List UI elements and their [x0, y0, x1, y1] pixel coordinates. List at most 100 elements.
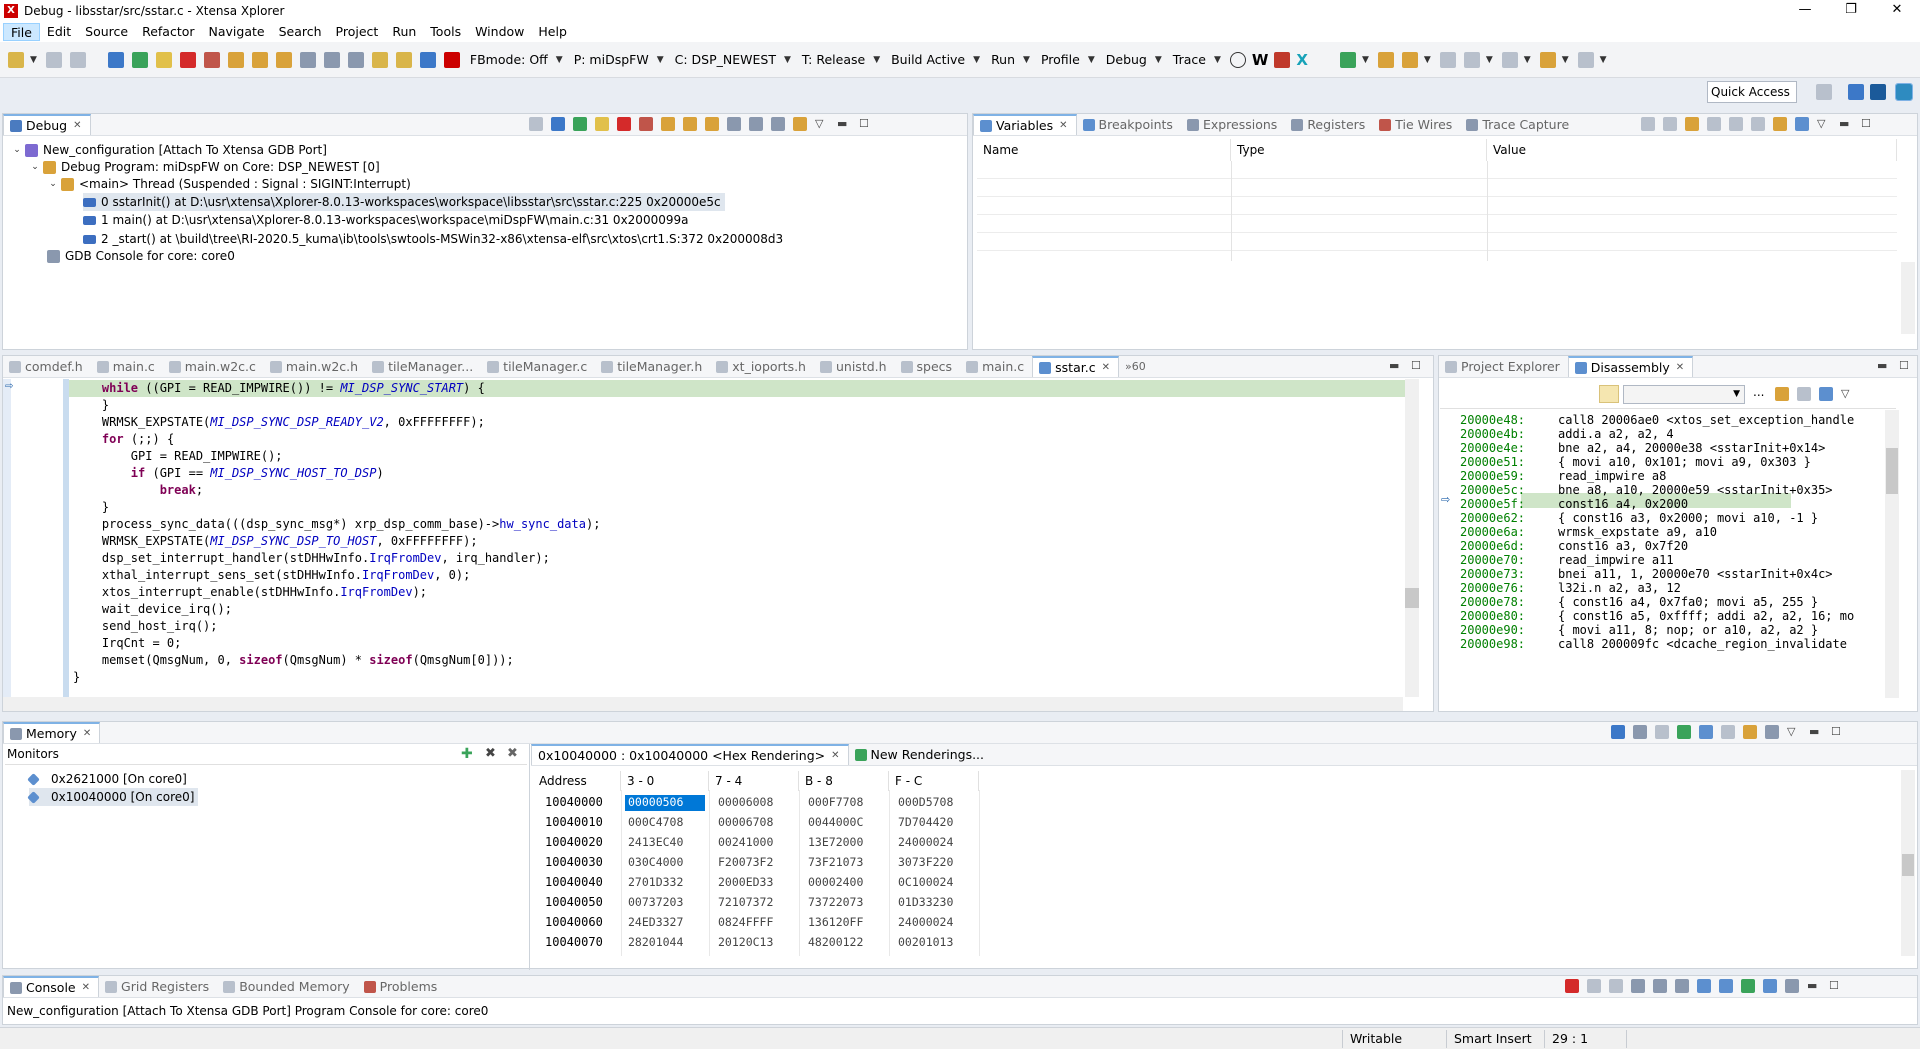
w-tool-icon[interactable]: W	[1252, 51, 1269, 69]
trace-button[interactable]: Trace	[1173, 52, 1206, 67]
display-console-icon[interactable]	[1763, 979, 1777, 993]
tab-debug[interactable]: Debug ✕	[3, 114, 91, 135]
save-all-icon[interactable]	[69, 51, 86, 68]
memory-cell[interactable]: 00201013	[898, 934, 953, 950]
tab-hex-rendering[interactable]: 0x10040000 : 0x10040000 <Hex Rendering> ✕	[531, 744, 849, 765]
tab-registers[interactable]: Registers	[1285, 114, 1373, 135]
suspend-view-icon[interactable]	[595, 117, 609, 131]
profile-dropdown-icon[interactable]: ▼	[1088, 55, 1095, 65]
column-b-8[interactable]: B - 8	[799, 771, 889, 791]
tab-main-c[interactable]: main.c	[91, 356, 163, 377]
build-dropdown-icon[interactable]: ▼	[973, 55, 980, 65]
back-icon[interactable]	[1539, 51, 1556, 68]
show-type-names-icon[interactable]	[1641, 117, 1655, 131]
maximize-view-icon[interactable]: ☐	[1411, 359, 1425, 373]
step-return-icon[interactable]	[275, 51, 292, 68]
disconnect-view-icon[interactable]	[639, 117, 653, 131]
prev-annotation-icon[interactable]	[1463, 51, 1480, 68]
instruction-step-icon[interactable]	[347, 51, 364, 68]
scrollbar-thumb[interactable]	[1405, 588, 1419, 608]
memory-cell[interactable]: 73722073	[808, 894, 863, 910]
pin-icon[interactable]	[1819, 387, 1833, 401]
memory-cell[interactable]: 0044000C	[808, 814, 863, 830]
view-menu-icon[interactable]: ▽	[815, 117, 829, 131]
disasm-instruction[interactable]: const16 a3, 0x7f20	[1558, 539, 1882, 553]
core-selector[interactable]: C: DSP_NEWEST	[675, 52, 776, 67]
tree-item-gdb-console[interactable]: GDB Console for core: core0	[47, 247, 235, 265]
column-f-c[interactable]: F - C	[889, 771, 979, 791]
close-icon[interactable]: ✕	[82, 978, 90, 998]
relaunch-icon[interactable]	[793, 117, 807, 131]
perspective-debug-icon[interactable]	[1870, 84, 1886, 100]
new-memory-view-icon[interactable]	[1655, 725, 1669, 739]
build-active-button[interactable]: Build Active	[891, 52, 965, 67]
layout-icon[interactable]	[1765, 725, 1779, 739]
forward-dropdown-icon[interactable]: ▼	[1600, 55, 1607, 65]
tab-main-w2c-h[interactable]: main.w2c.h	[264, 356, 366, 377]
view-menu-icon[interactable]: ▽	[1787, 725, 1801, 739]
tab-new-renderings[interactable]: New Renderings...	[849, 744, 993, 765]
annotation-dropdown-icon[interactable]: ▼	[1486, 55, 1493, 65]
remove-all-terminated-icon[interactable]	[1609, 979, 1623, 993]
pin-icon[interactable]	[1795, 117, 1809, 131]
memory-cell[interactable]: 24000024	[898, 834, 953, 850]
memory-cell[interactable]: 00006708	[718, 814, 773, 830]
tab-overflow[interactable]: »60	[1119, 356, 1154, 377]
save-icon[interactable]	[45, 51, 62, 68]
column-7-4[interactable]: 7 - 4	[709, 771, 799, 791]
use-step-filters-icon[interactable]	[323, 51, 340, 68]
disasm-instruction[interactable]: { movi a11, 8; nop; or a10, a2, a2 }	[1558, 623, 1882, 637]
menu-project[interactable]: Project	[329, 23, 386, 41]
project-selector[interactable]: P: miDspFW	[574, 52, 649, 67]
column-name[interactable]: Name	[977, 139, 1231, 161]
tree-item-launch[interactable]: ⌄ New_configuration [Attach To Xtensa GDB…	[11, 141, 327, 159]
tab-grid-registers[interactable]: Grid Registers	[99, 976, 217, 997]
resume-view-icon[interactable]	[573, 117, 587, 131]
memory-cell[interactable]: 0824FFFF	[718, 914, 773, 930]
minimize-button[interactable]: —	[1782, 0, 1828, 22]
xtensa-tool-icon[interactable]	[443, 51, 460, 68]
tab-comdef-h[interactable]: comdef.h	[3, 356, 91, 377]
step-over-icon[interactable]	[251, 51, 268, 68]
scroll-lock-icon[interactable]	[1653, 979, 1667, 993]
remove-launch-icon[interactable]	[1587, 979, 1601, 993]
maximize-button[interactable]: ❐	[1828, 0, 1874, 22]
tab-main-c-2[interactable]: main.c	[960, 356, 1032, 377]
run-dropdown-icon[interactable]: ▼	[1023, 55, 1030, 65]
connect-view-icon[interactable]	[551, 117, 565, 131]
open-console-icon[interactable]	[1785, 979, 1799, 993]
close-icon[interactable]: ✕	[1059, 116, 1067, 136]
tab-memory[interactable]: Memory ✕	[3, 722, 101, 743]
new-dropdown-icon[interactable]: ▼	[30, 55, 37, 65]
show-on-error-icon[interactable]	[1719, 979, 1733, 993]
tree-toggle-icon[interactable]: ⌄	[11, 141, 23, 159]
step-over-view-icon[interactable]	[683, 117, 697, 131]
collapse-all-icon[interactable]	[1707, 117, 1721, 131]
memory-cell[interactable]: 48200122	[808, 934, 863, 950]
memory-cell[interactable]: 2000ED33	[718, 874, 773, 890]
tab-disassembly[interactable]: Disassembly ✕	[1567, 356, 1694, 377]
disasm-instruction[interactable]: bne a8, a10, 20000e59 <sstarInit+0x35>	[1558, 483, 1882, 497]
tab-bounded-memory[interactable]: Bounded Memory	[217, 976, 357, 997]
memory-cell[interactable]: 3073F220	[898, 854, 953, 870]
drop-frame-view-icon[interactable]	[727, 117, 741, 131]
column-3-0[interactable]: 3 - 0	[621, 771, 709, 791]
memory-cell[interactable]: 28201044	[628, 934, 683, 950]
search-dropdown-icon[interactable]: ▼	[1424, 55, 1431, 65]
maximize-view-icon[interactable]: ☐	[1899, 359, 1913, 373]
splitter[interactable]	[529, 744, 530, 970]
disasm-instruction[interactable]: call8 20006ae0 <xtos_set_exception_handl…	[1558, 413, 1882, 427]
address-combo[interactable]: ▼	[1623, 385, 1745, 404]
resume-icon[interactable]	[131, 51, 148, 68]
horizontal-scrollbar[interactable]	[3, 697, 1403, 711]
disasm-instruction[interactable]: bnei a11, 1, 20000e70 <sstarInit+0x4c>	[1558, 567, 1882, 581]
tree-item-thread[interactable]: ⌄ <main> Thread (Suspended : Signal : SIG…	[47, 175, 411, 193]
tree-toggle-icon[interactable]: ⌄	[47, 175, 59, 193]
scrollbar-thumb[interactable]	[1886, 448, 1898, 494]
console-output[interactable]: New_configuration [Attach To Xtensa GDB …	[7, 1004, 488, 1018]
memory-cell[interactable]: 00241000	[718, 834, 773, 850]
menu-source[interactable]: Source	[78, 23, 135, 41]
x-tool-icon[interactable]: X	[1296, 51, 1308, 69]
scrollbar-thumb[interactable]	[1902, 854, 1914, 876]
disasm-instruction[interactable]: const16 a4, 0x2000	[1558, 497, 1882, 511]
